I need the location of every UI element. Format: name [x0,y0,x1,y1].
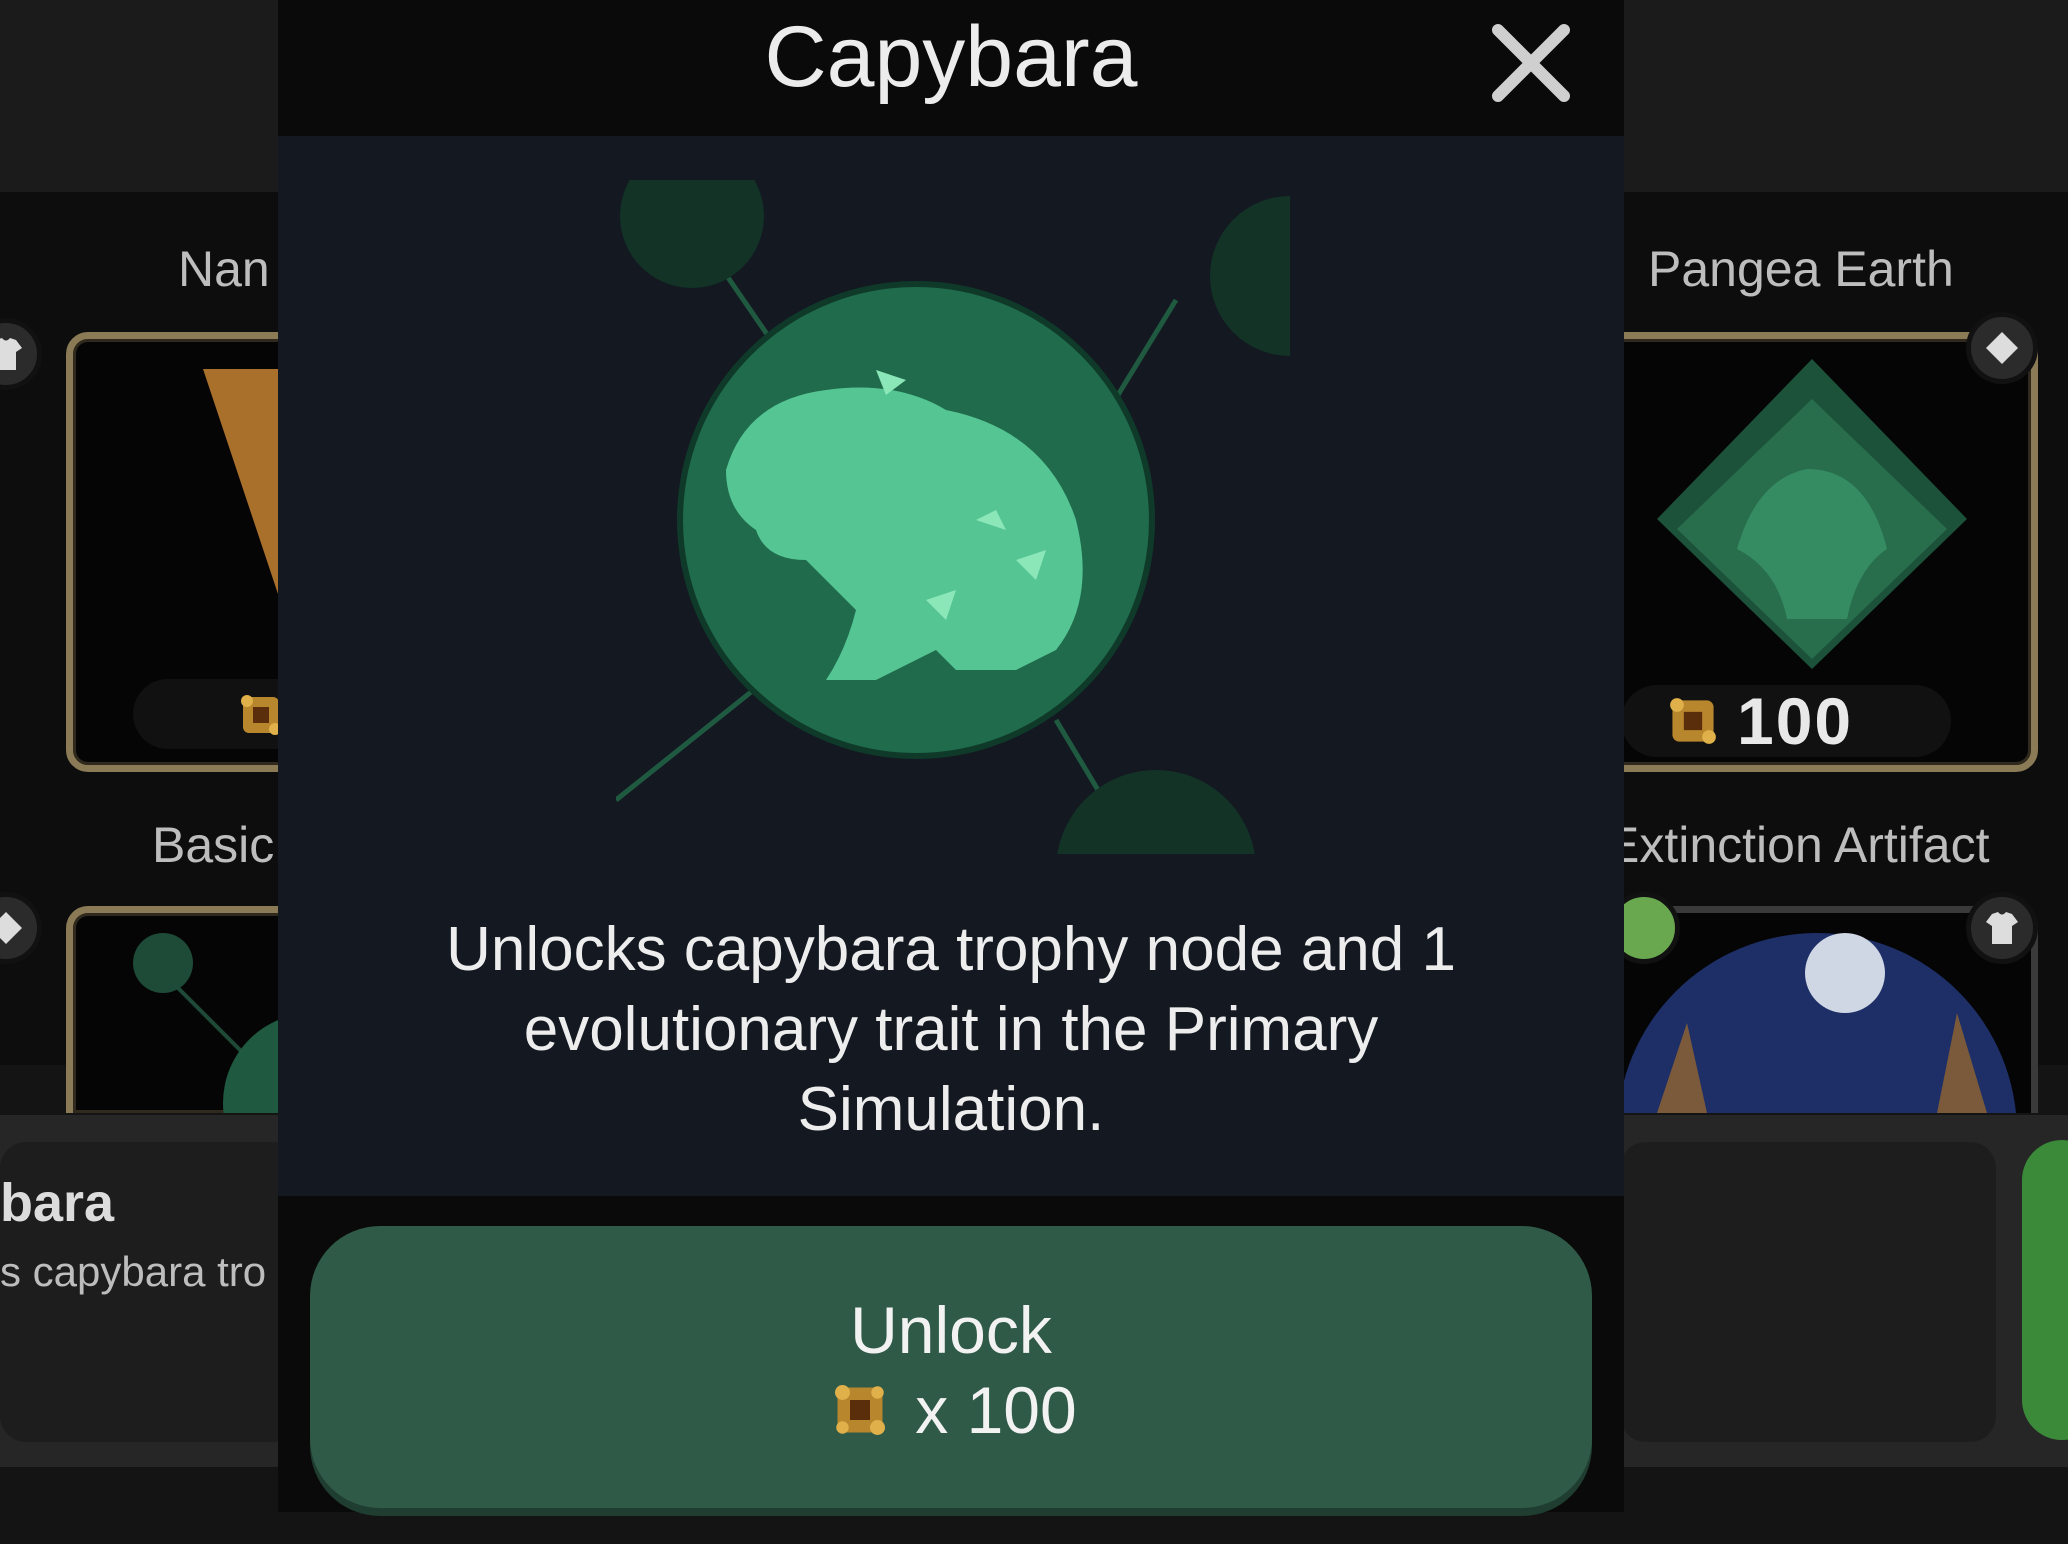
shelf-label-left-bottom: Basic [152,817,275,873]
item-card-pangea-earth[interactable]: 100 [1590,332,2038,772]
close-button[interactable] [1488,20,1574,106]
capybara-trophy-art [616,180,1290,854]
side-action-button[interactable] [2022,1140,2068,1440]
price-value: 100 [1737,684,1854,758]
bottom-info-panel-right [1620,1142,1996,1442]
shirt-icon[interactable] [1966,892,2038,964]
modal-description: Unlocks capybara trophy node and 1 evolu… [446,915,1456,1144]
unlock-label: Unlock [850,1293,1052,1367]
unlock-cost-value: x 100 [915,1373,1077,1447]
price-pill-pangea: 100 [1621,684,1951,758]
diamond-icon[interactable] [1966,312,2038,384]
pangea-art [1657,359,1967,669]
dna-cube-icon [835,1385,886,1435]
unlock-cost: x 100 [310,1372,1592,1448]
bottom-info-panel-left: bara s capybara tro [0,1142,300,1442]
bottom-info-title: bara [0,1173,115,1233]
shelf-label-left-top: Nan [178,241,270,297]
modal-title: Capybara [764,9,1138,105]
shelf-label-right-bottom: Extinction Artifact [1606,817,1990,873]
capybara-modal: Capybara Unlocks capybara trophy node an… [278,0,1624,1512]
shelf-label-right-top: Pangea Earth [1648,241,1954,297]
dna-cube-icon [1670,698,1716,744]
close-icon [1492,24,1570,102]
bottom-info-subtitle: s capybara tro [0,1248,267,1295]
unlock-button[interactable]: Unlock x 100 [310,1226,1592,1508]
